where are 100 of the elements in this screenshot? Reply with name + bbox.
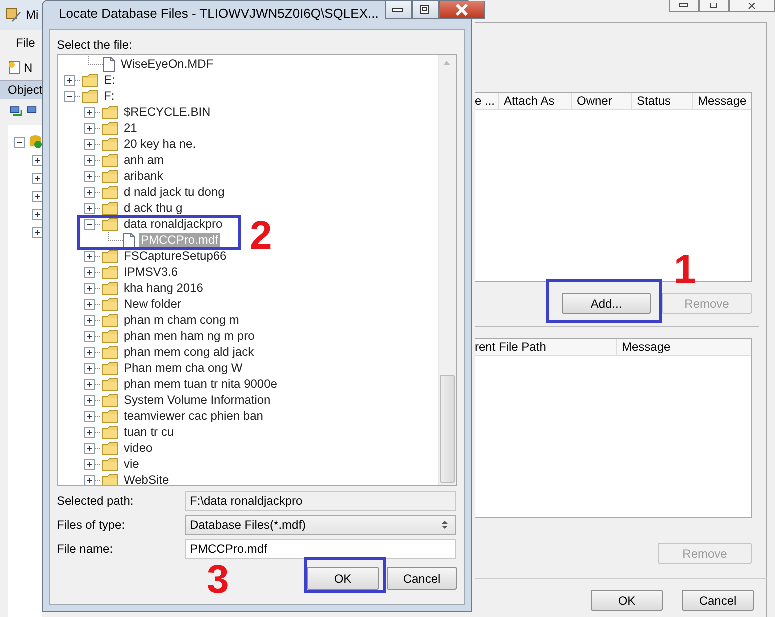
minimize-button[interactable]	[384, 1, 412, 19]
column-header[interactable]: Owner	[572, 93, 632, 109]
file-icon	[123, 232, 135, 248]
column-header[interactable]: Status	[632, 93, 693, 109]
column-header[interactable]: e ...	[475, 93, 499, 109]
expand-button[interactable]	[84, 202, 95, 214]
maximize-button[interactable]	[412, 1, 439, 19]
tree-item[interactable]: video	[122, 440, 155, 456]
close-button[interactable]	[729, 0, 775, 12]
column-header[interactable]: Attach As	[499, 93, 572, 109]
collapse-button[interactable]	[84, 218, 95, 230]
expand-button[interactable]	[84, 170, 95, 182]
collapse-button[interactable]	[64, 90, 75, 102]
tree-item[interactable]: data ronaldjackpro	[122, 216, 225, 232]
tree-item[interactable]: E:	[102, 72, 118, 88]
folder-icon	[102, 330, 118, 342]
expand-button[interactable]	[32, 154, 42, 166]
tree-item[interactable]: phan m cham cong m	[122, 312, 242, 328]
folder-icon	[102, 442, 118, 454]
folder-icon	[82, 74, 98, 86]
tree-item[interactable]: phan mem cong ald jack	[122, 344, 256, 360]
minimize-icon	[679, 2, 689, 8]
folder-icon	[102, 346, 118, 358]
folder-icon	[102, 378, 118, 390]
document-icon	[8, 61, 22, 75]
tree-item[interactable]: aribank	[122, 168, 166, 184]
expand-button[interactable]	[84, 378, 95, 390]
scrollbar[interactable]	[438, 55, 456, 485]
expand-button[interactable]	[84, 154, 95, 166]
tree-item[interactable]: IPMSV3.6	[122, 264, 180, 280]
column-header[interactable]: rent File Path	[475, 339, 617, 355]
expand-button[interactable]	[84, 138, 95, 150]
file-name-field[interactable]: PMCCPro.mdf	[185, 539, 456, 559]
add-button[interactable]: Add...	[562, 293, 651, 314]
tree-item[interactable]: teamviewer cac phien ban	[122, 408, 266, 424]
expand-button[interactable]	[84, 106, 95, 118]
expand-button[interactable]	[84, 474, 95, 485]
maximize-button[interactable]	[699, 0, 729, 12]
folder-icon	[102, 154, 118, 166]
tree-item[interactable]: Phan mem cha ong W	[122, 360, 245, 376]
tree-item[interactable]: kha hang 2016	[122, 280, 206, 296]
cancel-button[interactable]: Cancel	[387, 567, 457, 590]
expand-button[interactable]	[84, 442, 95, 454]
folder-icon	[102, 394, 118, 406]
column-header[interactable]: Message	[693, 93, 751, 109]
tree-item[interactable]: phan mem tuan tr nita 9000e	[122, 376, 280, 392]
expand-button[interactable]	[84, 346, 95, 358]
tree-item[interactable]: phan men ham ng m pro	[122, 328, 257, 344]
expand-button[interactable]	[84, 314, 95, 326]
expand-button[interactable]	[32, 190, 42, 202]
tree-item[interactable]: WiseEyeOn.MDF	[119, 56, 216, 72]
tree-item[interactable]: d nald jack tu dong	[122, 184, 227, 200]
cancel-button[interactable]: Cancel	[682, 590, 754, 611]
scroll-thumb[interactable]	[440, 375, 455, 483]
tree-item[interactable]: 21	[122, 120, 140, 136]
expand-button[interactable]	[84, 298, 95, 310]
path-field[interactable]: F:\data ronaldjackpro	[185, 491, 456, 511]
maximize-icon	[419, 4, 432, 14]
folder-icon	[102, 266, 118, 278]
expand-button[interactable]	[84, 186, 95, 198]
folder-icon	[102, 138, 118, 150]
expand-button[interactable]	[84, 282, 95, 294]
file-type-dropdown[interactable]: Database Files(*.mdf)	[185, 515, 456, 535]
tree-item[interactable]: System Volume Information	[122, 392, 273, 408]
tree-item[interactable]: $RECYCLE.BIN	[122, 104, 213, 120]
tree-item[interactable]: 20 key ha ne.	[122, 136, 198, 152]
expand-button[interactable]	[84, 122, 95, 134]
expand-button[interactable]	[84, 250, 95, 262]
tree-item[interactable]: tuan tr cu	[122, 424, 176, 440]
tree-item[interactable]: d ack thu g	[122, 200, 185, 216]
folder-icon	[102, 362, 118, 374]
expand-button[interactable]	[84, 330, 95, 342]
expand-button[interactable]	[84, 426, 95, 438]
folder-icon	[102, 170, 118, 182]
tree-item[interactable]: WebSite	[122, 472, 172, 485]
expand-button[interactable]	[84, 458, 95, 470]
close-icon	[747, 2, 757, 8]
expand-button[interactable]	[84, 362, 95, 374]
expand-button[interactable]	[84, 266, 95, 278]
expand-button[interactable]	[84, 410, 95, 422]
tree-item[interactable]: New folder	[122, 296, 184, 312]
collapse-button[interactable]	[14, 136, 25, 148]
expand-button[interactable]	[64, 74, 75, 86]
tree-item[interactable]: vie	[122, 456, 142, 472]
tree-item[interactable]: anh am	[122, 152, 166, 168]
expand-button[interactable]	[32, 208, 42, 220]
expand-button[interactable]	[84, 394, 95, 406]
close-button[interactable]	[438, 1, 485, 19]
new-query-button[interactable]: N	[8, 61, 33, 75]
ok-button[interactable]: OK	[591, 590, 663, 611]
expand-button[interactable]	[32, 226, 42, 238]
field-label: File name:	[57, 541, 114, 558]
ok-button[interactable]: OK	[307, 567, 379, 590]
expand-button[interactable]	[32, 172, 42, 184]
menu-item[interactable]: File	[16, 36, 36, 50]
column-header[interactable]: Message	[617, 339, 751, 355]
tree-item[interactable]: FSCaptureSetup66	[122, 248, 229, 264]
minimize-button[interactable]	[669, 0, 699, 12]
tree-item[interactable]: F:	[102, 88, 117, 104]
folder-icon	[102, 458, 118, 470]
